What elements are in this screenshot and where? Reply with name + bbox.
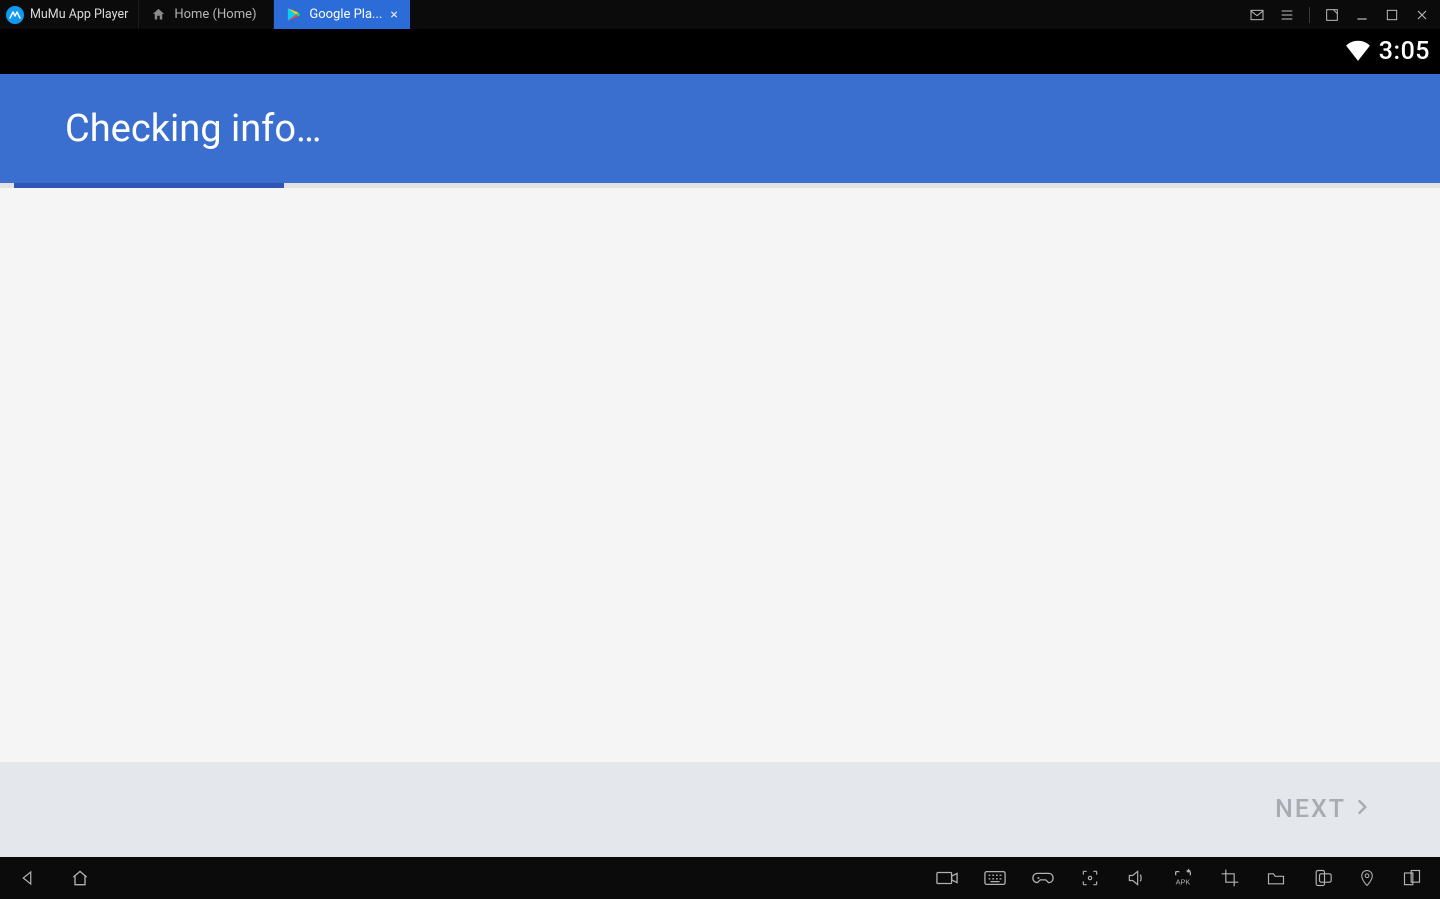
brand-logo-icon — [6, 6, 24, 24]
page-header: Checking info… — [0, 74, 1440, 183]
chevron-right-icon — [1352, 795, 1372, 824]
tab-home-label: Home (Home) — [174, 7, 256, 22]
back-icon[interactable] — [18, 869, 36, 887]
minimize-icon[interactable] — [1354, 7, 1370, 23]
android-status-bar: 3:05 — [0, 29, 1440, 74]
window-controls — [1239, 0, 1440, 29]
tab-home[interactable]: Home (Home) — [138, 0, 273, 29]
window-titlebar: MuMu App Player Home (Home) Google Pla..… — [0, 0, 1440, 29]
brand: MuMu App Player — [0, 0, 138, 29]
window-close-icon[interactable] — [1414, 7, 1430, 23]
wifi-icon — [1345, 39, 1371, 65]
progress-track — [0, 183, 1440, 188]
next-button[interactable]: NEXT — [1275, 795, 1372, 824]
mail-icon[interactable] — [1249, 7, 1265, 23]
emulator-bottom-bar: APK — [0, 857, 1440, 899]
app-content: Checking info… NEXT — [0, 74, 1440, 857]
multi-window-icon[interactable] — [1402, 868, 1422, 888]
keyboard-icon[interactable] — [984, 869, 1006, 887]
status-clock: 3:05 — [1379, 37, 1430, 66]
progress-bar — [14, 183, 284, 188]
page-footer: NEXT — [0, 762, 1440, 857]
crop-icon[interactable] — [1220, 868, 1240, 888]
next-button-label: NEXT — [1275, 795, 1346, 824]
tab-google-play[interactable]: Google Pla... × — [273, 0, 409, 29]
page-title: Checking info… — [65, 107, 321, 151]
svg-text:APK: APK — [1176, 877, 1191, 886]
close-icon[interactable]: × — [390, 8, 397, 22]
maximize-icon[interactable] — [1384, 7, 1400, 23]
google-play-icon — [286, 7, 301, 22]
volume-icon[interactable] — [1126, 868, 1146, 888]
gamepad-icon[interactable] — [1032, 869, 1054, 887]
menu-icon[interactable] — [1279, 7, 1295, 23]
rotate-icon[interactable] — [1312, 868, 1332, 888]
separator — [1309, 7, 1310, 23]
location-icon[interactable] — [1358, 868, 1376, 888]
page-body — [0, 188, 1440, 762]
record-icon[interactable] — [936, 869, 958, 887]
fullscreen-icon[interactable] — [1324, 7, 1340, 23]
screenshot-icon[interactable] — [1080, 868, 1100, 888]
tab-play-label: Google Pla... — [309, 7, 382, 22]
brand-name: MuMu App Player — [30, 7, 128, 22]
apk-install-icon[interactable]: APK — [1172, 868, 1194, 888]
folder-icon[interactable] — [1266, 869, 1286, 887]
nav-home-icon[interactable] — [70, 868, 90, 888]
home-icon — [151, 7, 166, 22]
